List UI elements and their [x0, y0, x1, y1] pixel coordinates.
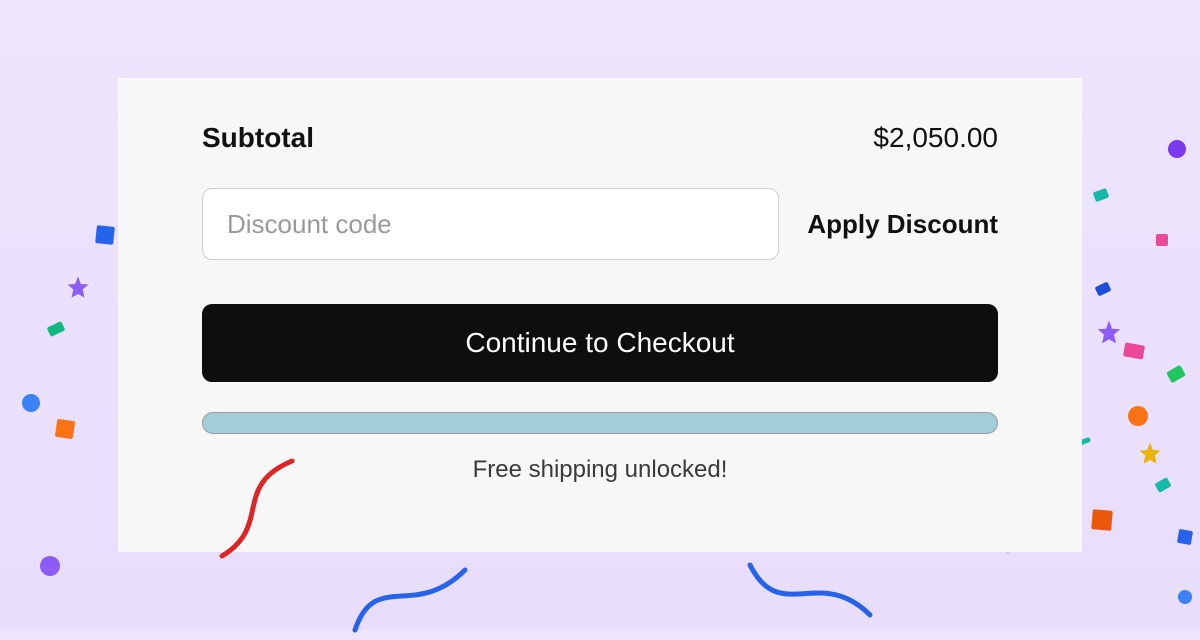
confetti-dot-icon — [1178, 590, 1192, 604]
confetti-square-icon — [1154, 477, 1171, 493]
discount-code-input[interactable] — [202, 188, 779, 260]
confetti-dot-icon — [40, 556, 60, 576]
subtotal-row: Subtotal $2,050.00 — [202, 122, 998, 154]
confetti-dot-icon — [1128, 406, 1148, 426]
confetti-square-icon — [1095, 282, 1112, 297]
checkout-card: Subtotal $2,050.00 Apply Discount Contin… — [118, 78, 1082, 552]
confetti-square-icon — [1177, 529, 1193, 545]
discount-row: Apply Discount — [202, 188, 998, 260]
confetti-square-icon — [1093, 188, 1110, 202]
confetti-square-icon — [95, 225, 115, 245]
confetti-square-icon — [1156, 234, 1168, 246]
confetti-dot-icon — [22, 394, 40, 412]
confetti-streamer-icon — [212, 456, 322, 566]
continue-to-checkout-button[interactable]: Continue to Checkout — [202, 304, 998, 382]
confetti-square-icon — [1123, 342, 1145, 359]
confetti-star-icon — [64, 274, 92, 302]
confetti-square-icon — [55, 419, 75, 439]
free-shipping-progress-bar — [202, 412, 998, 434]
confetti-star-icon — [1094, 318, 1124, 348]
confetti-square-icon — [47, 321, 66, 337]
apply-discount-button[interactable]: Apply Discount — [807, 209, 998, 240]
confetti-streamer-icon — [345, 560, 475, 640]
confetti-streamer-icon — [740, 555, 880, 635]
confetti-star-icon — [1136, 440, 1164, 468]
subtotal-label: Subtotal — [202, 122, 314, 154]
confetti-dot-icon — [1168, 140, 1186, 158]
subtotal-amount: $2,050.00 — [873, 122, 998, 154]
confetti-square-icon — [1166, 365, 1186, 383]
